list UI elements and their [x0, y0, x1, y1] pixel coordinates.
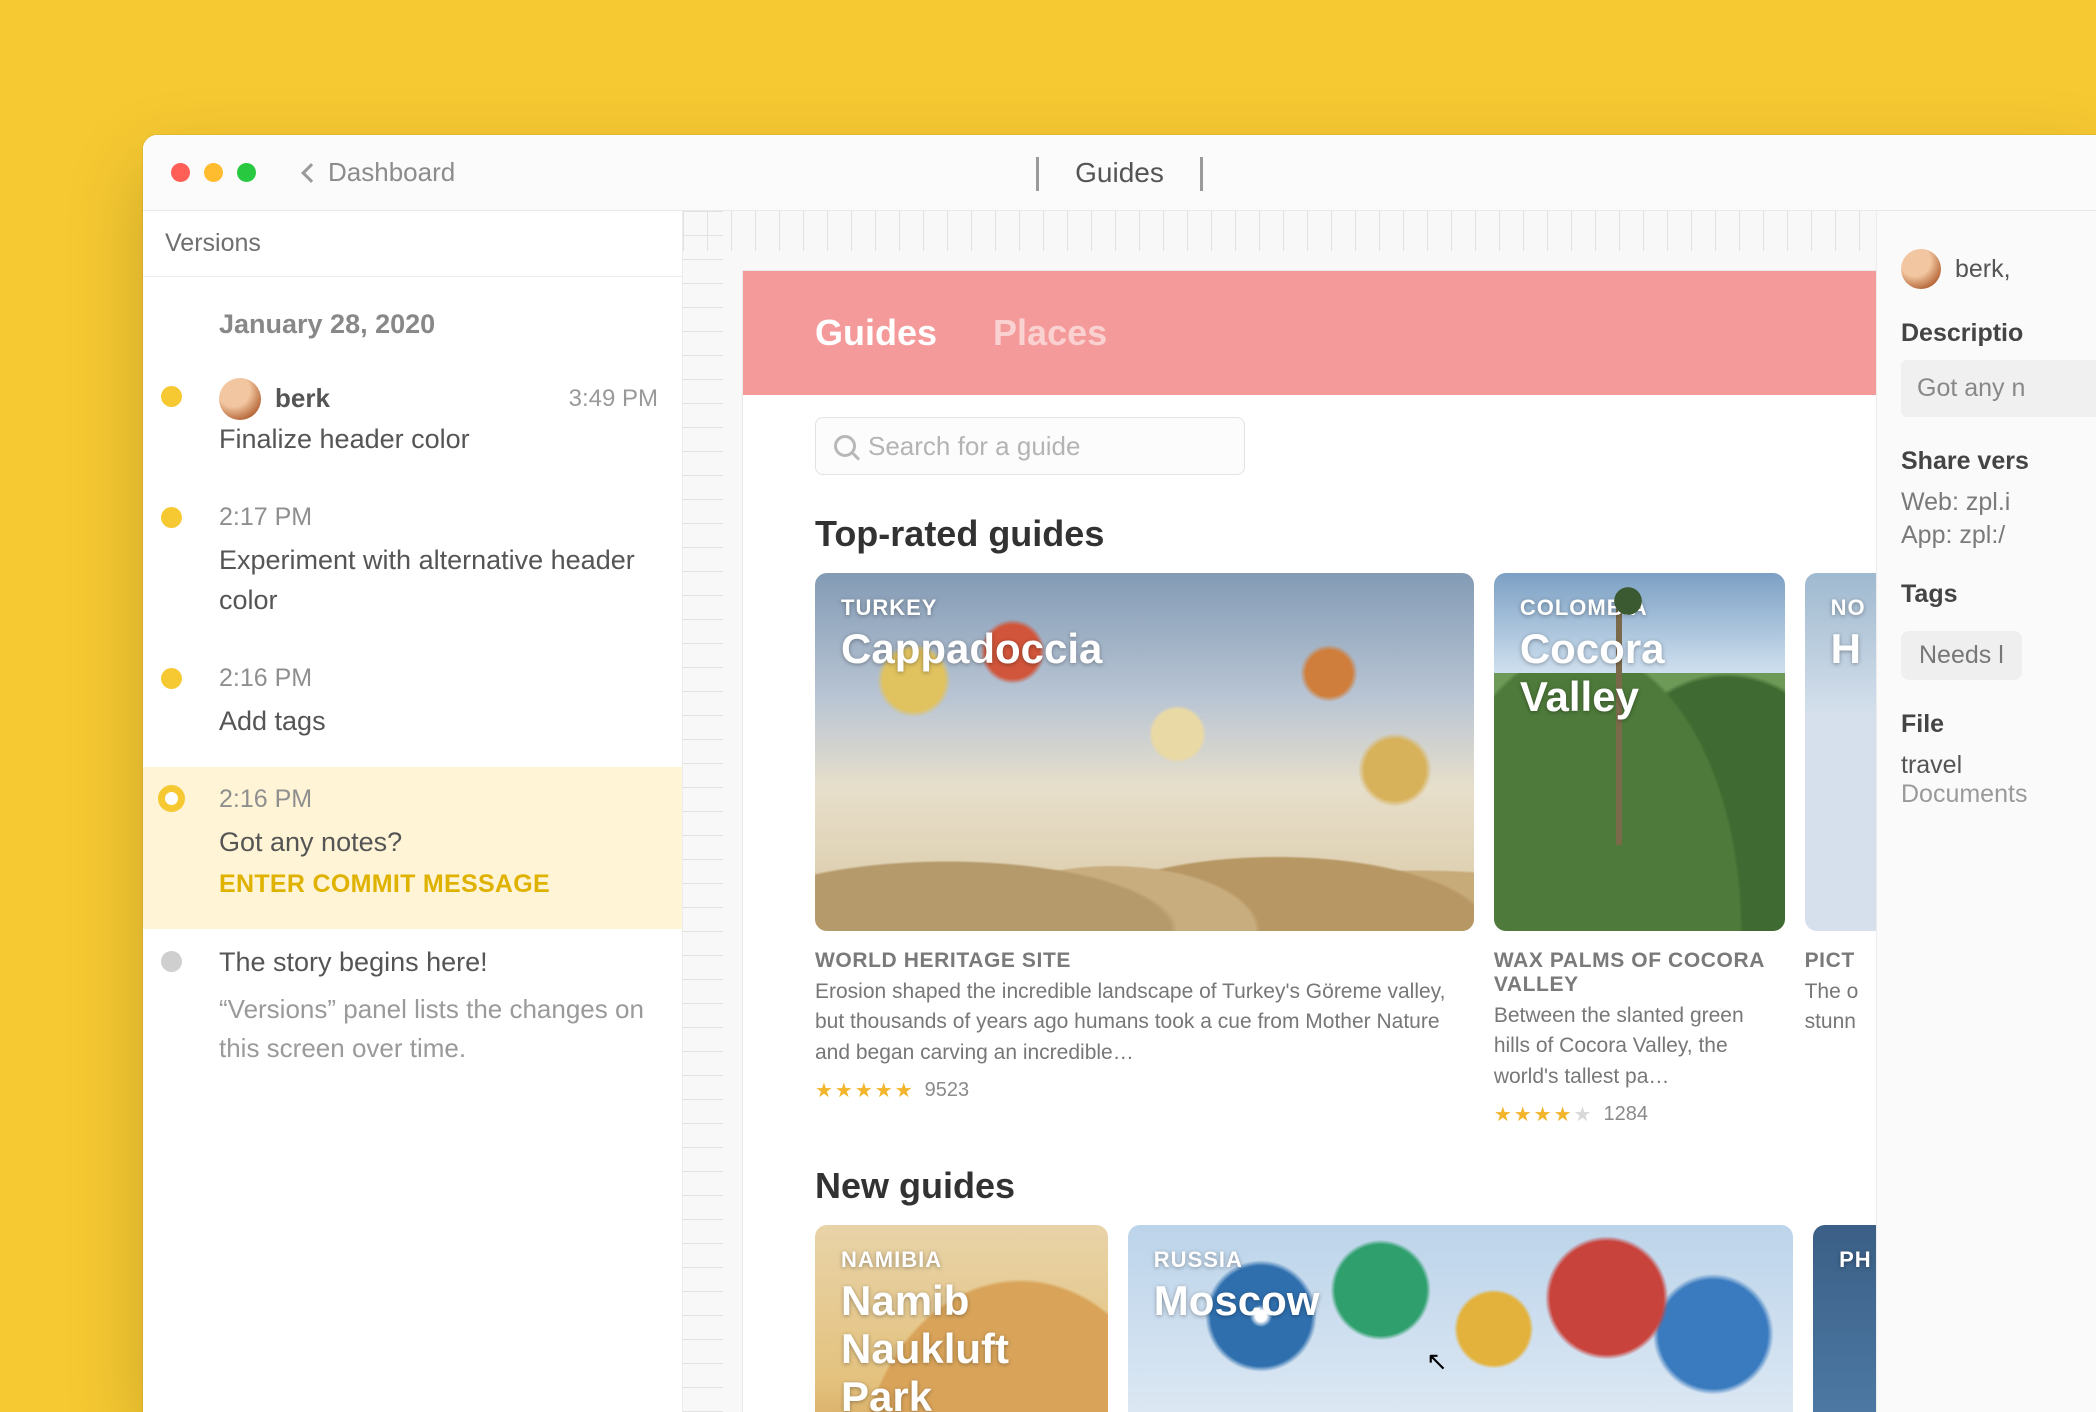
- origin-title: The story begins here!: [219, 943, 658, 982]
- guide-rating-count: 9523: [925, 1079, 970, 1102]
- guide-blurb: Between the slanted green hills of Cocor…: [1494, 1001, 1785, 1092]
- guide-blurb: Erosion shaped the incredible landscape …: [815, 977, 1474, 1068]
- version-time: 2:16 PM: [219, 781, 658, 817]
- guide-country: TURKEY: [841, 595, 1102, 621]
- version-message: Add tags: [219, 702, 658, 741]
- artboard-guides[interactable]: Guides Places Search for a guide Top-rat…: [743, 271, 1876, 1412]
- chevron-left-icon: [301, 163, 321, 183]
- guide-card[interactable]: COLOMBIA Cocora Valley WAX PALMS OF COCO…: [1494, 573, 1785, 1127]
- inspector-author: berk,: [1955, 255, 2011, 284]
- version-item[interactable]: 2:16 PM Add tags: [143, 646, 682, 767]
- guide-rating-count: 1284: [1603, 1103, 1648, 1126]
- guide-card[interactable]: NAMIBIA Namib Naukluft Park: [815, 1225, 1108, 1412]
- close-window-icon[interactable]: [171, 163, 190, 182]
- version-item[interactable]: 2:17 PM Experiment with alternative head…: [143, 485, 682, 646]
- version-time: 2:17 PM: [219, 499, 658, 535]
- inspector-tags-label: Tags: [1901, 580, 2096, 609]
- tab-guides[interactable]: Guides: [815, 312, 937, 354]
- zoom-window-icon[interactable]: [237, 163, 256, 182]
- screen-title: Guides: [1075, 157, 1164, 189]
- guide-card[interactable]: NO H PICT The o stunn: [1805, 573, 1876, 1127]
- star-icon: ★★★★★: [815, 1078, 915, 1103]
- avatar: [219, 378, 261, 420]
- guide-hero-image: NO H: [1805, 573, 1876, 931]
- canvas[interactable]: Guides Places Search for a guide Top-rat…: [683, 211, 1876, 1412]
- versions-header: Versions: [143, 211, 682, 277]
- guide-hero-image: COLOMBIA Cocora Valley: [1494, 573, 1785, 931]
- version-prompt: Got any notes?: [219, 823, 658, 862]
- version-author: berk: [275, 380, 330, 418]
- versions-date: January 28, 2020: [143, 277, 682, 364]
- guide-place: Namib Naukluft Park: [841, 1277, 1108, 1412]
- star-icon: ★★★★★: [1494, 1102, 1594, 1127]
- screen-next-button[interactable]: [1200, 157, 1203, 189]
- guide-place: Moscow: [1154, 1277, 1320, 1325]
- guide-rating: ★★★★★ 9523: [815, 1078, 1474, 1103]
- version-origin: The story begins here! “Versions” panel …: [143, 929, 682, 1094]
- window-controls: [143, 163, 256, 182]
- inspector-description-label: Descriptio: [1901, 319, 2096, 348]
- back-to-dashboard[interactable]: Dashboard: [304, 157, 455, 188]
- guide-place: Cappadoccia: [841, 625, 1102, 673]
- enter-commit-message[interactable]: ENTER COMMIT MESSAGE: [219, 866, 658, 902]
- origin-bullet-icon: [161, 951, 182, 972]
- guide-country: COLOMBIA: [1520, 595, 1785, 621]
- back-label: Dashboard: [328, 157, 455, 188]
- screen-prev-button[interactable]: [1036, 157, 1039, 189]
- origin-hint: “Versions” panel lists the changes on th…: [219, 990, 658, 1068]
- avatar: [1901, 249, 1941, 289]
- inspector-file-label: File: [1901, 710, 2096, 739]
- inspector-description-input[interactable]: Got any n: [1901, 360, 2096, 417]
- version-bullet-icon: [161, 668, 182, 689]
- version-bullet-icon: [161, 386, 182, 407]
- chevron-left-icon: [1036, 157, 1039, 191]
- share-app-label: App:: [1901, 521, 1952, 549]
- version-time: 2:16 PM: [219, 660, 658, 696]
- guide-blurb: The o stunn: [1805, 977, 1876, 1038]
- versions-panel: Versions January 28, 2020 berk 3:49 PM F…: [143, 211, 683, 1412]
- version-time: 3:49 PM: [569, 382, 658, 417]
- minimize-window-icon[interactable]: [204, 163, 223, 182]
- guide-card[interactable]: PH: [1813, 1225, 1876, 1412]
- titlebar: Dashboard Guides: [143, 135, 2096, 211]
- guide-country: PH: [1839, 1247, 1872, 1273]
- search-input[interactable]: Search for a guide: [815, 417, 1245, 475]
- guide-place: Cocora Valley: [1520, 625, 1785, 721]
- guide-place: H: [1831, 625, 1866, 673]
- section-new-guides: New guides: [743, 1127, 1876, 1225]
- version-message: Finalize header color: [219, 420, 658, 459]
- version-current-icon: [158, 785, 185, 812]
- guide-country: RUSSIA: [1154, 1247, 1320, 1273]
- guide-card[interactable]: TURKEY Cappadoccia WORLD HERITAGE SITE E…: [815, 573, 1474, 1127]
- version-item-selected[interactable]: 2:16 PM Got any notes? ENTER COMMIT MESS…: [143, 767, 682, 929]
- guide-card[interactable]: RUSSIA Moscow: [1128, 1225, 1793, 1412]
- version-bullet-icon: [161, 507, 182, 528]
- version-message: Experiment with alternative header color: [219, 541, 658, 619]
- search-placeholder: Search for a guide: [868, 431, 1080, 462]
- tag-pill[interactable]: Needs l: [1901, 631, 2022, 680]
- share-app-row[interactable]: App: zpl:/: [1901, 521, 2096, 550]
- inspector-panel: berk, Descriptio Got any n Share vers We…: [1876, 211, 2096, 1412]
- tab-places[interactable]: Places: [993, 312, 1107, 354]
- guide-subheading: WORLD HERITAGE SITE: [815, 949, 1474, 973]
- inspector-file-name: travel: [1901, 751, 2096, 780]
- inspector-file-path: Documents: [1901, 780, 2096, 809]
- share-web-row[interactable]: Web: zpl.i: [1901, 488, 2096, 517]
- guide-country: NAMIBIA: [841, 1247, 1108, 1273]
- share-web-label: Web:: [1901, 488, 1959, 516]
- section-top-rated: Top-rated guides: [743, 475, 1876, 573]
- guide-subheading: PICT: [1805, 949, 1876, 973]
- guide-subheading: WAX PALMS OF COCORA VALLEY: [1494, 949, 1785, 997]
- inspector-share-label: Share vers: [1901, 447, 2096, 476]
- app-window: Dashboard Guides Versions January 28, 20…: [143, 135, 2096, 1412]
- guide-hero-image: TURKEY Cappadoccia: [815, 573, 1474, 931]
- share-web-value: zpl.i: [1966, 488, 2010, 516]
- guide-rating: ★★★★★ 1284: [1494, 1102, 1785, 1127]
- version-item[interactable]: berk 3:49 PM Finalize header color: [143, 364, 682, 485]
- artboard-tabs: Guides Places: [743, 271, 1876, 395]
- guide-country: NO: [1831, 595, 1866, 621]
- chevron-right-icon: [1200, 157, 1203, 191]
- search-icon: [834, 435, 856, 457]
- share-app-value: zpl:/: [1959, 521, 2005, 549]
